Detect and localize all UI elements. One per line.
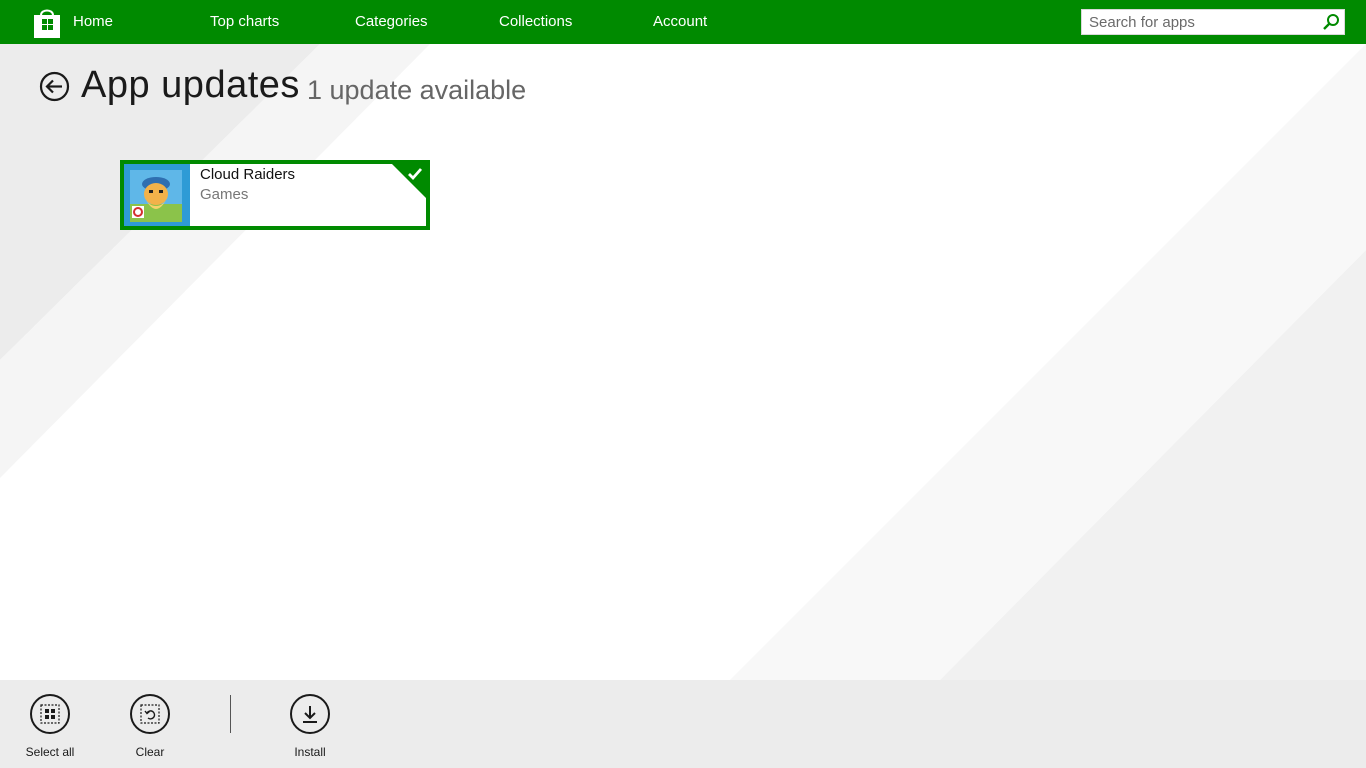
select-all-button[interactable]: Select all: [10, 694, 90, 759]
install-label: Install: [294, 745, 326, 759]
search-box: [1081, 9, 1345, 35]
back-arrow-icon[interactable]: [39, 71, 70, 102]
appbar-separator: [230, 695, 231, 733]
bottom-app-bar: Select all Clear Install: [0, 680, 1366, 768]
app-icon: [124, 164, 190, 226]
store-logo-icon[interactable]: [32, 6, 62, 38]
top-nav-bar: Home Top charts Categories Collections A…: [0, 0, 1366, 44]
select-all-icon: [40, 704, 60, 724]
download-icon: [303, 706, 317, 723]
clear-button[interactable]: Clear: [110, 694, 190, 759]
app-update-tile[interactable]: Cloud Raiders Games: [120, 160, 430, 230]
select-all-label: Select all: [25, 745, 75, 759]
page-title: App updates: [81, 64, 300, 106]
background-stripes: [0, 0, 1366, 768]
selected-check-icon: [391, 163, 427, 199]
cloud-raiders-icon: [130, 170, 182, 222]
nav-account[interactable]: Account: [653, 0, 707, 44]
clear-label: Clear: [135, 745, 165, 759]
nav-top-charts[interactable]: Top charts: [210, 0, 279, 44]
search-input[interactable]: [1082, 10, 1318, 34]
nav-collections[interactable]: Collections: [499, 0, 572, 44]
app-name: Cloud Raiders: [200, 166, 296, 183]
nav-categories[interactable]: Categories: [355, 0, 428, 44]
update-count: 1 update available: [307, 75, 527, 105]
nav-home[interactable]: Home: [73, 0, 113, 44]
install-button[interactable]: Install: [270, 694, 350, 759]
app-category: Games: [200, 186, 249, 203]
clear-selection-icon: [140, 704, 160, 724]
search-icon[interactable]: [1322, 13, 1340, 31]
